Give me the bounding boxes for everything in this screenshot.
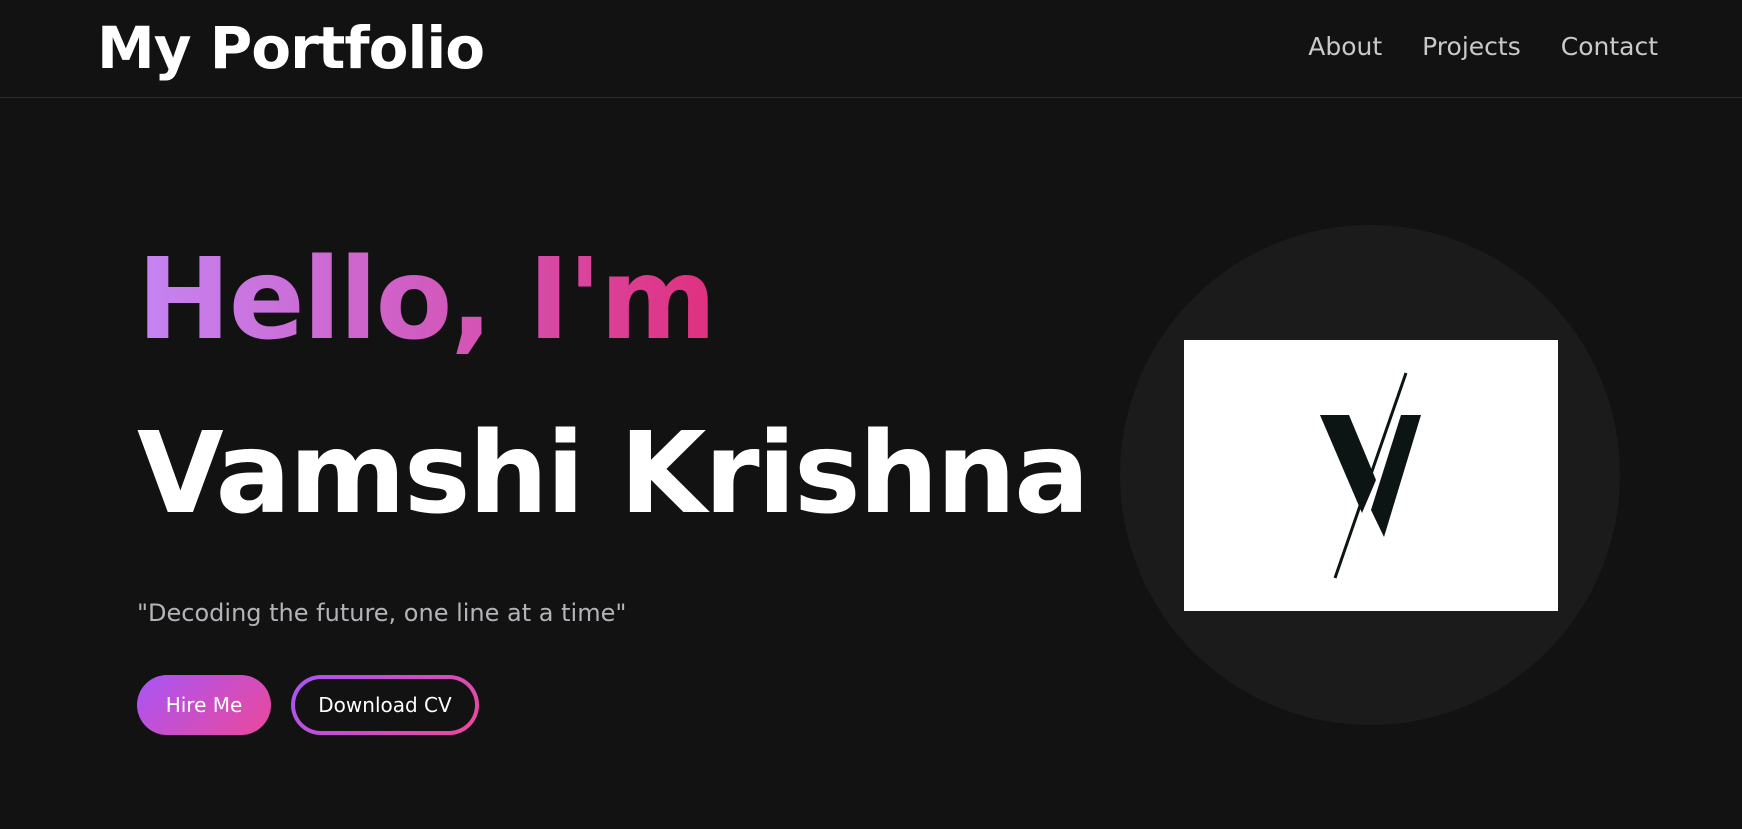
- download-cv-button[interactable]: Download CV: [291, 675, 479, 735]
- nav-link-about[interactable]: About: [1308, 30, 1382, 64]
- hero-name: Vamshi Krishna: [137, 409, 1090, 539]
- hire-me-button[interactable]: Hire Me: [137, 675, 271, 735]
- hero-tagline: "Decoding the future, one line at a time…: [137, 599, 627, 627]
- vk-monogram-logo-icon: [1320, 372, 1421, 579]
- download-cv-label: Download CV: [295, 679, 475, 731]
- profile-logo-card: [1184, 340, 1558, 611]
- brand-title[interactable]: My Portfolio: [97, 14, 485, 82]
- hero-heading: Hello, I'm Vamshi Krishna: [137, 235, 1117, 539]
- nav-links: About Projects Contact: [1308, 30, 1658, 64]
- navbar: My Portfolio About Projects Contact: [0, 0, 1742, 98]
- nav-link-projects[interactable]: Projects: [1422, 30, 1521, 64]
- nav-link-contact[interactable]: Contact: [1561, 30, 1658, 64]
- hero-actions: Hire Me Download CV: [137, 675, 479, 735]
- hero-greeting: Hello, I'm: [137, 235, 717, 365]
